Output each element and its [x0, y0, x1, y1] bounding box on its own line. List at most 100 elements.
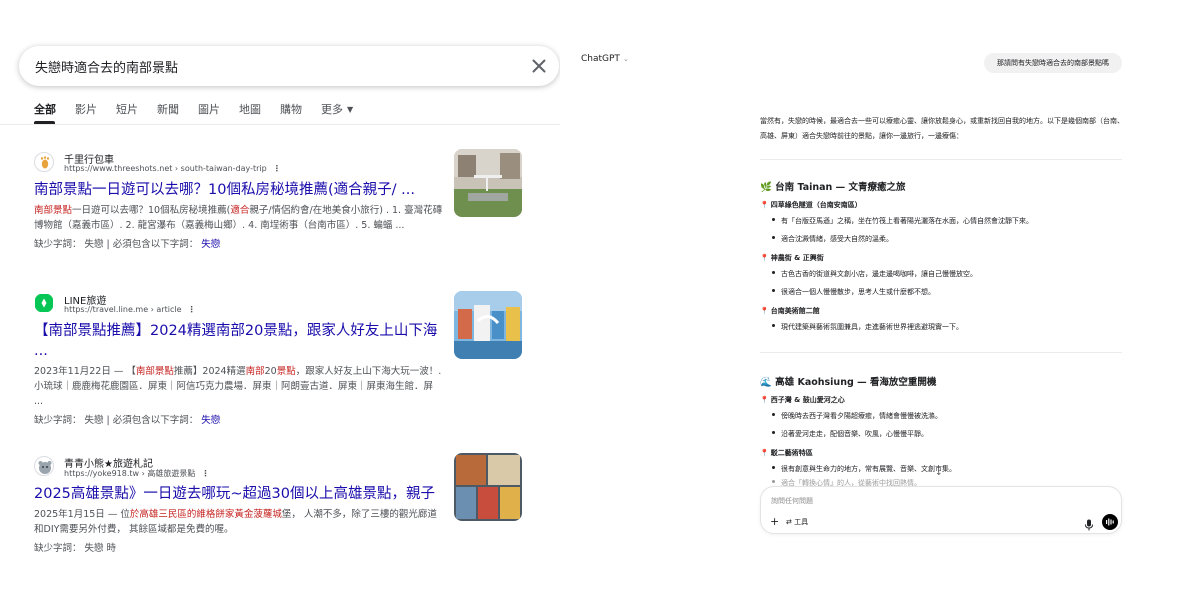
- bullet-text: 適合沈澱情緒，感受大自然的溫柔。: [781, 235, 893, 243]
- search-result: LINE旅遊 https://travel.line.me › article ⋮…: [34, 291, 444, 426]
- search-result: 青青小熊★旅遊札記 https://yoke918.tw › 高雄旅遊景點 ⋮ 2…: [34, 454, 444, 554]
- bullet-dot: [772, 480, 775, 483]
- sub-heading: 📍 神農街 & 正興街: [760, 253, 824, 263]
- result-url-text: https://www.threeshots.net › south-taiwa…: [64, 164, 267, 173]
- tools-label: 工具: [794, 518, 809, 526]
- bullet-dot: [772, 466, 775, 469]
- chat-panel: ChatGPT ⌄ 那請問有失戀時適合去的南部景點嗎 當然有，失戀的時候，最適合去…: [560, 0, 1200, 590]
- bullet-dot: [772, 413, 775, 416]
- result-source[interactable]: 青青小熊★旅遊札記 https://yoke918.tw › 高雄旅遊景點 ⋮: [34, 454, 444, 482]
- search-results-panel: 失戀時適合去的南部景點 全部 影片 短片 新聞 圖片 地圖 購物 更多 ▼ 千里行包車 http…: [0, 0, 560, 590]
- result-url: https://travel.line.me › article ⋮: [64, 305, 196, 314]
- result-title-link[interactable]: 南部景點一日遊可以去哪？10個私房秘境推薦(適合親子/ ...: [34, 180, 444, 200]
- missing-terms: 缺少字詞： 失戀 時: [34, 540, 444, 554]
- snippet-highlight: 南部景點: [34, 205, 73, 216]
- tools-button[interactable]: ⇄ 工具: [786, 517, 808, 527]
- bullet-item: 古色古香的街道與文創小店，邊走邊喝咖啡，讓自己慢慢放空。: [772, 269, 977, 279]
- search-query[interactable]: 失戀時適合去的南部景點: [35, 57, 178, 76]
- chat-input[interactable]: 詢問任何問題: [771, 496, 813, 506]
- user-message-bubble: 那請問有失戀時適合去的南部景點嗎: [984, 53, 1122, 73]
- bullet-text: 很適合一個人慢慢散步，思考人生或什麼都不想。: [781, 288, 935, 296]
- footprint-favicon-icon: [34, 152, 54, 172]
- sub-heading: 📍 西子灣 & 鼓山愛河之心: [760, 395, 845, 405]
- snippet-text: 推薦】2024精選: [173, 366, 246, 377]
- sub-heading: 📍 四草綠色隧道（台南安南區）: [760, 200, 862, 210]
- divider: [760, 352, 1122, 353]
- sub-heading-text: 西子灣 & 鼓山愛河之心: [770, 396, 845, 404]
- search-result: 千里行包車 https://www.threeshots.net › south…: [34, 150, 444, 250]
- result-url: https://www.threeshots.net › south-taiwa…: [64, 164, 281, 173]
- tab-images[interactable]: 圖片: [198, 102, 220, 120]
- sub-heading: 📍 駁二藝術特區: [760, 448, 813, 458]
- more-vert-icon[interactable]: ⋮: [273, 164, 281, 173]
- bear-favicon-icon: [34, 456, 54, 476]
- bullet-text: 有「台版亞馬遜」之稱，坐在竹筏上看著陽光灑落在水面，心情自然會沈靜下來。: [781, 217, 1033, 225]
- sub-heading: 📍 台南美術館二館: [760, 306, 820, 316]
- result-snippet: 南部景點一日遊可以去哪？10個私房秘境推薦(適合親子/情侶約會/在地美食小旅行)…: [34, 203, 444, 233]
- missing-terms-label: 缺少字詞： 失戀 | 必須包含以下字詞：: [34, 239, 199, 250]
- result-source[interactable]: 千里行包車 https://www.threeshots.net › south…: [34, 150, 444, 178]
- tab-shopping[interactable]: 購物: [280, 102, 302, 120]
- result-source[interactable]: LINE旅遊 https://travel.line.me › article ⋮: [34, 291, 444, 319]
- pin-icon: 📍: [760, 254, 769, 262]
- bullet-text: 沿著愛河走走，配個音樂、吹風，心慢慢平靜。: [781, 430, 928, 438]
- result-url-text: https://yoke918.tw › 高雄旅遊景點: [64, 469, 196, 478]
- bullet-item: 傍晚時去西子灣看夕陽超療癒，情緒會慢慢被洗滌。: [772, 411, 942, 421]
- sliders-icon: ⇄: [786, 518, 792, 526]
- model-selector[interactable]: ChatGPT ⌄: [581, 54, 629, 64]
- result-title-link[interactable]: 2025高雄景點》一日遊去哪玩~超過30個以上高雄景點，親子: [34, 484, 444, 504]
- tab-all[interactable]: 全部: [34, 102, 56, 120]
- must-include-link[interactable]: 失戀: [201, 415, 220, 426]
- tab-videos[interactable]: 影片: [75, 102, 97, 120]
- sub-heading-text: 神農街 & 正興街: [770, 254, 824, 262]
- bullet-item: 有「台版亞馬遜」之稱，坐在竹筏上看著陽光灑落在水面，心情自然會沈靜下來。: [772, 216, 1033, 226]
- assistant-intro: 當然有，失戀的時候，最適合去一些可以療癒心靈、讓你放鬆身心，或重新找回自我的地方…: [760, 117, 1124, 140]
- missing-terms: 缺少字詞： 失戀 | 必須包含以下字詞： 失戀: [34, 236, 444, 250]
- tab-more[interactable]: 更多 ▼: [321, 102, 353, 120]
- missing-terms-label: 缺少字詞： 失戀 時: [34, 543, 117, 554]
- bullet-dot: [772, 431, 775, 434]
- section-heading-text: 高雄 Kaohsiung — 看海放空重開機: [775, 377, 937, 388]
- line-favicon-icon: [34, 293, 54, 313]
- voice-mode-button[interactable]: [1102, 514, 1118, 530]
- wave-icon: 🌊: [760, 377, 772, 388]
- result-snippet: 2023年11月22日 — 【南部景點推薦】2024精選南部20景點，跟家人好友…: [34, 364, 444, 409]
- more-vert-icon[interactable]: ⋮: [201, 469, 209, 478]
- snippet-date: 2025年1月15日 — 位: [34, 509, 130, 520]
- pin-icon: 📍: [760, 449, 769, 457]
- result-title-link[interactable]: 【南部景點推薦】2024精選南部20景點，跟家人好友上山下海 ...: [34, 321, 444, 361]
- bullet-text: 現代建築與藝術氛圍兼具，走進藝術世界裡逃避現實一下。: [781, 323, 963, 331]
- snippet-highlight: 景點: [276, 366, 296, 377]
- result-thumbnail[interactable]: [454, 291, 522, 359]
- bullet-text: 古色古香的街道與文創小店，邊走邊喝咖啡，讓自己慢慢放空。: [781, 270, 977, 278]
- microphone-icon[interactable]: [1084, 516, 1094, 531]
- model-name: ChatGPT: [581, 54, 620, 64]
- arrow-down-icon[interactable]: ↓: [935, 468, 943, 478]
- must-include-link[interactable]: 失戀: [201, 239, 220, 250]
- bullet-item: 現代建築與藝術氛圍兼具，走進藝術世界裡逃避現實一下。: [772, 322, 963, 332]
- result-thumbnail[interactable]: [454, 149, 522, 217]
- bullet-item: 適合沈澱情緒，感受大自然的溫柔。: [772, 234, 893, 244]
- chat-composer[interactable]: 詢問任何問題 + ⇄ 工具: [760, 486, 1122, 534]
- sub-heading-text: 四草綠色隧道（台南安南區）: [770, 201, 862, 209]
- tab-shorts[interactable]: 短片: [116, 102, 138, 120]
- snippet-text: 20: [264, 366, 277, 377]
- section-heading-text: 台南 Tainan — 文青療癒之旅: [775, 182, 906, 193]
- tab-maps[interactable]: 地圖: [239, 102, 261, 120]
- bullet-dot: [772, 271, 775, 274]
- more-vert-icon[interactable]: ⋮: [188, 305, 196, 314]
- bullet-dot: [772, 324, 775, 327]
- snippet-highlight: 南部景點: [135, 366, 174, 377]
- caret-down-icon: ▼: [347, 105, 354, 114]
- snippet-date: 2023年11月22日 — 【: [34, 366, 136, 377]
- sub-heading-text: 駁二藝術特區: [770, 449, 813, 457]
- close-icon[interactable]: [527, 54, 551, 78]
- tab-news[interactable]: 新聞: [157, 102, 179, 120]
- section-heading: 🌊 高雄 Kaohsiung — 看海放空重開機: [760, 374, 936, 388]
- snippet-text: 一日遊可以去哪？10個私房秘境推薦(: [72, 205, 231, 216]
- result-thumbnail[interactable]: [454, 453, 522, 521]
- plus-icon[interactable]: +: [770, 516, 779, 527]
- search-box[interactable]: 失戀時適合去的南部景點: [19, 46, 559, 86]
- result-url: https://yoke918.tw › 高雄旅遊景點 ⋮: [64, 468, 209, 479]
- tabs-divider: [0, 124, 560, 125]
